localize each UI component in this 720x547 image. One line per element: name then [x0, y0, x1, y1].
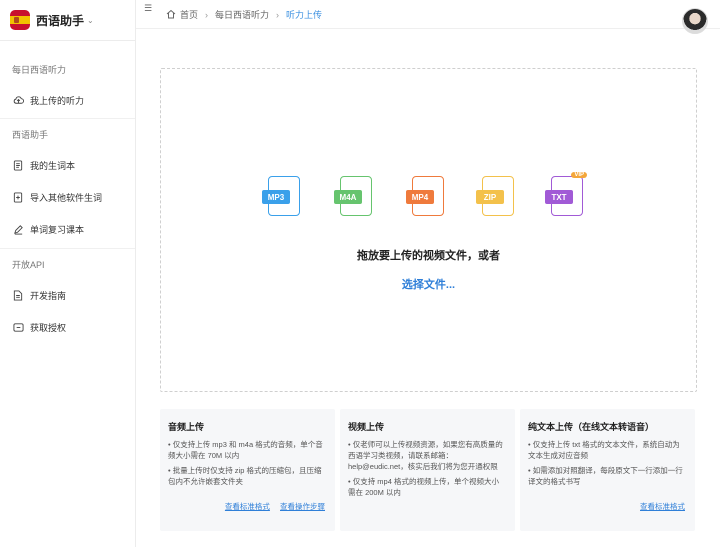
- card-title: 纯文本上传（在线文本转语音）: [528, 422, 655, 432]
- spain-flag-icon: [10, 10, 30, 30]
- group-title-daily-listening: 每日西语听力: [12, 65, 67, 75]
- breadcrumb-section[interactable]: 每日西语听力: [215, 8, 269, 21]
- top-bar: ☰ 首页 › 每日西语听力 › 听力上传: [136, 0, 720, 34]
- zip-file-icon: ZIP: [476, 176, 516, 218]
- sidebar-item-label: 导入其他软件生词: [30, 192, 103, 203]
- chevron-right-icon: ›: [276, 9, 280, 20]
- card-title: 视频上传: [348, 422, 385, 432]
- mp3-file-icon: MP3: [262, 176, 302, 218]
- document-icon: [12, 289, 24, 301]
- app-logo[interactable]: 西语助手 ⌄: [10, 10, 94, 30]
- card-line: • 仅老师可以上传视频资源，如果您有高质量的西语学习类视频，请联系邮箱：help…: [348, 440, 503, 471]
- card-body: • 仅支持上传 mp3 和 m4a 格式的音频，单个音频大小需在 70M 以内 …: [168, 439, 325, 491]
- pencil-icon: [12, 223, 24, 235]
- divider: [0, 40, 135, 41]
- group-title-open-api: 开放API: [12, 260, 45, 270]
- card-body: • 仅老师可以上传视频资源，如果您有高质量的西语学习类视频，请联系邮箱：help…: [348, 439, 505, 502]
- file-format-icons: MP3 M4A MP4 ZIP TXT VIP: [262, 172, 592, 220]
- sidebar-item-dev-guide[interactable]: 开发指南: [0, 284, 135, 306]
- upload-dropzone[interactable]: [160, 68, 697, 392]
- sidebar-item-review[interactable]: 单词复习课本: [0, 218, 135, 240]
- sidebar-item-label: 我的生词本: [30, 160, 76, 171]
- sidebar-item-label: 开发指南: [30, 290, 67, 301]
- audio-upload-card: 音频上传 • 仅支持上传 mp3 和 m4a 格式的音频，单个音频大小需在 70…: [160, 409, 335, 531]
- notebook-icon: [12, 159, 24, 171]
- import-icon: [12, 191, 24, 203]
- view-standard-format-link[interactable]: 查看标准格式: [225, 502, 270, 511]
- sidebar-item-import[interactable]: 导入其他软件生词: [0, 186, 135, 208]
- avatar[interactable]: [682, 8, 708, 34]
- cloud-upload-icon: [12, 94, 24, 106]
- key-icon: [12, 321, 24, 333]
- card-line: • 仅支持 mp4 格式的视频上传，单个视频大小需在 200M 以内: [348, 477, 499, 497]
- txt-file-icon: TXT VIP: [545, 172, 587, 218]
- divider: [0, 118, 135, 119]
- mp4-file-icon: MP4: [406, 176, 446, 218]
- sidebar-item-label: 单词复习课本: [30, 224, 85, 235]
- card-line: • 仅支持上传 txt 格式的文本文件，系统自动为文本生成对应音频: [528, 440, 680, 460]
- card-line: • 批量上传时仅支持 zip 格式的压缩包，且压缩包内不允许嵌套文件夹: [168, 466, 322, 486]
- sidebar-item-label: 获取授权: [30, 322, 67, 333]
- sidebar-item-my-uploads[interactable]: 我上传的听力: [0, 89, 135, 111]
- breadcrumb-current: 听力上传: [286, 10, 323, 20]
- home-icon[interactable]: [166, 9, 176, 21]
- card-links: 查看标准格式 查看操作步骤: [217, 501, 325, 512]
- drop-prompt: 拖放要上传的视频文件，或者: [357, 250, 500, 262]
- divider: [0, 248, 135, 249]
- card-title: 音频上传: [168, 422, 205, 432]
- card-line: • 如需添加对照翻译，每段原文下一行添加一行译文的格式书写: [528, 466, 683, 486]
- vip-badge: VIP: [571, 172, 587, 178]
- chevron-down-icon[interactable]: ⌄: [87, 16, 94, 25]
- view-steps-link[interactable]: 查看操作步骤: [280, 502, 325, 511]
- card-body: • 仅支持上传 txt 格式的文本文件，系统自动为文本生成对应音频 • 如需添加…: [528, 439, 685, 491]
- select-file-link[interactable]: 选择文件...: [160, 276, 697, 292]
- sidebar-item-vocabulary[interactable]: 我的生词本: [0, 154, 135, 176]
- sidebar-item-authorize[interactable]: 获取授权: [0, 316, 135, 338]
- chevron-right-icon: ›: [205, 9, 209, 20]
- group-title-assistant: 西语助手: [12, 130, 49, 140]
- card-links: 查看标准格式: [632, 501, 685, 512]
- breadcrumb: 首页 › 每日西语听力 › 听力上传: [166, 8, 322, 21]
- breadcrumb-home[interactable]: 首页: [180, 8, 198, 21]
- menu-toggle-icon[interactable]: ☰: [144, 3, 152, 14]
- video-upload-card: 视频上传 • 仅老师可以上传视频资源，如果您有高质量的西语学习类视频，请联系邮箱…: [340, 409, 515, 531]
- app-name: 西语助手: [36, 13, 85, 28]
- sidebar-item-label: 我上传的听力: [30, 95, 85, 106]
- text-upload-card: 纯文本上传（在线文本转语音） • 仅支持上传 txt 格式的文本文件，系统自动为…: [520, 409, 695, 531]
- card-line: • 仅支持上传 mp3 和 m4a 格式的音频，单个音频大小需在 70M 以内: [168, 440, 323, 460]
- view-standard-format-link[interactable]: 查看标准格式: [640, 502, 685, 511]
- m4a-file-icon: M4A: [334, 176, 374, 218]
- sidebar: 西语助手 ⌄ 每日西语听力 我上传的听力 西语助手 我的生词本 导入其他软件生词…: [0, 0, 136, 547]
